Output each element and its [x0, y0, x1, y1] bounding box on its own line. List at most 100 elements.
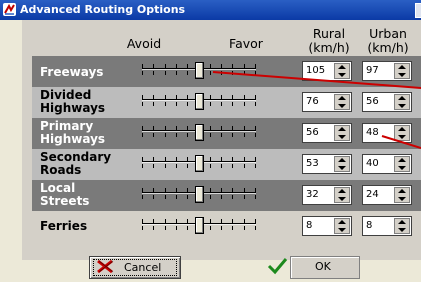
slider-tick	[142, 64, 143, 68]
preference-slider[interactable]	[142, 215, 256, 237]
slider-tick	[232, 133, 233, 137]
spin-arrows-icon[interactable]	[334, 63, 350, 79]
slider-tick	[176, 64, 177, 68]
slider-tick	[232, 195, 233, 199]
cancel-x-icon	[97, 259, 114, 274]
rural-speed-value[interactable]: 105	[306, 65, 325, 76]
urban-speed-value[interactable]: 24	[366, 189, 379, 200]
slider-thumb[interactable]	[195, 62, 204, 79]
slider-tick	[165, 219, 166, 223]
preference-slider[interactable]	[142, 60, 256, 82]
spin-arrows-icon[interactable]	[394, 218, 410, 234]
slider-tick	[187, 102, 188, 106]
spin-arrows-icon[interactable]	[394, 63, 410, 79]
slider-tick	[187, 195, 188, 199]
rural-speed-value[interactable]: 56	[306, 127, 319, 138]
slider-tick	[210, 102, 211, 106]
slider-tick	[153, 126, 154, 130]
preference-slider[interactable]	[142, 122, 256, 144]
spin-arrows-icon[interactable]	[334, 156, 350, 172]
preference-slider[interactable]	[142, 153, 256, 175]
slider-tick	[210, 157, 211, 161]
cancel-button[interactable]: Cancel	[89, 256, 181, 279]
spin-arrows-icon[interactable]	[334, 187, 350, 203]
slider-thumb[interactable]	[195, 186, 204, 203]
slider-tick	[244, 95, 245, 99]
slider-tick	[255, 95, 256, 99]
spin-arrows-icon[interactable]	[334, 125, 350, 141]
slider-tick	[165, 133, 166, 137]
urban-speed-header: Urban (km/h)	[360, 27, 416, 55]
road-row: Primary Highways 56 48	[32, 118, 421, 149]
urban-speed-value[interactable]: 97	[366, 65, 379, 76]
spin-arrows-icon[interactable]	[394, 187, 410, 203]
ok-button[interactable]: OK	[266, 256, 360, 279]
rural-speed-spinner[interactable]: 105	[302, 61, 352, 81]
urban-speed-spinner[interactable]: 97	[362, 61, 412, 81]
slider-tick	[165, 126, 166, 130]
slider-tick	[255, 219, 256, 223]
slider-thumb[interactable]	[195, 124, 204, 141]
slider-tick	[176, 226, 177, 230]
title-bar-button[interactable]	[415, 3, 421, 18]
rural-speed-value[interactable]: 8	[306, 220, 312, 231]
slider-tick	[210, 195, 211, 199]
urban-speed-value[interactable]: 40	[366, 158, 379, 169]
slider-tick	[142, 157, 143, 161]
slider-tick	[221, 133, 222, 137]
rural-speed-value[interactable]: 76	[306, 96, 319, 107]
routing-app-icon	[3, 3, 16, 16]
slider-tick	[244, 157, 245, 161]
urban-speed-value[interactable]: 48	[366, 127, 379, 138]
slider-tick	[187, 71, 188, 75]
rural-speed-spinner[interactable]: 76	[302, 92, 352, 112]
preference-slider[interactable]	[142, 91, 256, 113]
urban-speed-spinner[interactable]: 40	[362, 154, 412, 174]
rural-speed-spinner[interactable]: 8	[302, 216, 352, 236]
urban-speed-spinner[interactable]: 56	[362, 92, 412, 112]
slider-tick	[244, 133, 245, 137]
rural-speed-value[interactable]: 53	[306, 158, 319, 169]
slider-tick	[210, 71, 211, 75]
urban-speed-spinner[interactable]: 8	[362, 216, 412, 236]
slider-tick	[142, 133, 143, 137]
slider-tick	[210, 64, 211, 68]
slider-thumb[interactable]	[195, 155, 204, 172]
rural-speed-value[interactable]: 32	[306, 189, 319, 200]
slider-tick	[153, 195, 154, 199]
favor-header: Favor	[229, 36, 263, 51]
preference-slider[interactable]	[142, 184, 256, 206]
urban-speed-spinner[interactable]: 48	[362, 123, 412, 143]
slider-tick	[221, 195, 222, 199]
spin-arrows-icon[interactable]	[334, 94, 350, 110]
slider-tick	[187, 219, 188, 223]
rural-speed-spinner[interactable]: 32	[302, 185, 352, 205]
slider-tick	[255, 226, 256, 230]
slider-tick	[232, 219, 233, 223]
title-bar[interactable]: Advanced Routing Options	[0, 0, 421, 20]
slider-tick	[187, 133, 188, 137]
spin-arrows-icon[interactable]	[394, 156, 410, 172]
road-type-label: Primary Highways	[40, 119, 106, 146]
urban-speed-value[interactable]: 8	[366, 220, 372, 231]
slider-tick	[244, 226, 245, 230]
urban-header-text: Urban (km/h)	[367, 26, 409, 55]
spin-arrows-icon[interactable]	[394, 94, 410, 110]
slider-tick	[176, 102, 177, 106]
spin-arrows-icon[interactable]	[394, 125, 410, 141]
rural-speed-spinner[interactable]: 53	[302, 154, 352, 174]
slider-tick	[244, 219, 245, 223]
slider-tick	[221, 226, 222, 230]
slider-thumb[interactable]	[195, 93, 204, 110]
slider-thumb[interactable]	[195, 217, 204, 234]
urban-speed-value[interactable]: 56	[366, 96, 379, 107]
slider-tick	[244, 164, 245, 168]
slider-tick	[232, 188, 233, 192]
slider-tick	[210, 95, 211, 99]
slider-tick	[153, 133, 154, 137]
rural-header-text: Rural (km/h)	[308, 26, 350, 55]
urban-speed-spinner[interactable]: 24	[362, 185, 412, 205]
rural-speed-spinner[interactable]: 56	[302, 123, 352, 143]
slider-tick	[187, 95, 188, 99]
spin-arrows-icon[interactable]	[334, 218, 350, 234]
